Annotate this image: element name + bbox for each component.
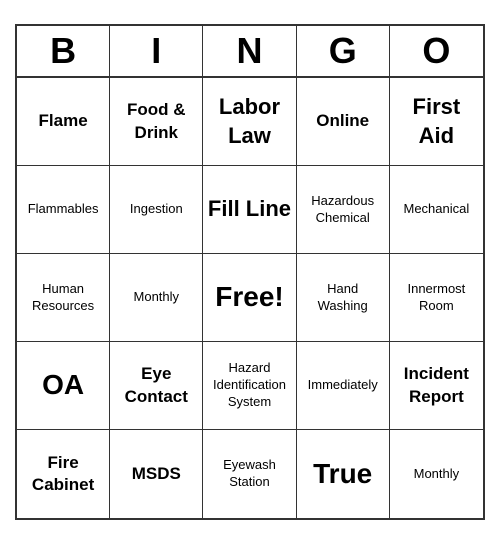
cell-text: Eye Contact — [114, 363, 198, 407]
header-letter: O — [390, 26, 483, 76]
bingo-cell: Mechanical — [390, 166, 483, 254]
bingo-cell: First Aid — [390, 78, 483, 166]
cell-text: Flammables — [28, 201, 99, 218]
bingo-cell: Free! — [203, 254, 296, 342]
bingo-cell: Eyewash Station — [203, 430, 296, 518]
bingo-grid: Flame Food & DrinkLabor Law Online First Ai… — [17, 78, 483, 518]
bingo-cell: Online — [297, 78, 390, 166]
cell-text: True — [313, 456, 372, 492]
cell-text: Human Resources — [21, 281, 105, 315]
bingo-cell: Innermost Room — [390, 254, 483, 342]
bingo-cell: OA — [17, 342, 110, 430]
cell-text: Incident Report — [394, 363, 479, 407]
bingo-cell: Hazard Identification System — [203, 342, 296, 430]
bingo-cell: Fire Cabinet — [17, 430, 110, 518]
cell-text: Fire Cabinet — [21, 452, 105, 496]
cell-text: Food & Drink — [114, 99, 198, 143]
bingo-cell: Monthly — [110, 254, 203, 342]
bingo-card: BINGO Flame Food & DrinkLabor Law Online Fi… — [15, 24, 485, 520]
bingo-cell: Hand Washing — [297, 254, 390, 342]
cell-text: Innermost Room — [394, 281, 479, 315]
bingo-cell: Flammables — [17, 166, 110, 254]
bingo-cell: Food & Drink — [110, 78, 203, 166]
cell-text: Free! — [215, 279, 283, 315]
bingo-cell: Labor Law — [203, 78, 296, 166]
bingo-cell: Incident Report — [390, 342, 483, 430]
cell-text: Mechanical — [404, 201, 470, 218]
bingo-cell: Hazardous Chemical — [297, 166, 390, 254]
bingo-cell: Ingestion — [110, 166, 203, 254]
cell-text: Labor Law — [207, 93, 291, 150]
cell-text: Monthly — [134, 289, 180, 306]
header-letter: I — [110, 26, 203, 76]
bingo-cell: True — [297, 430, 390, 518]
header-letter: N — [203, 26, 296, 76]
bingo-cell: MSDS — [110, 430, 203, 518]
cell-text: Immediately — [308, 377, 378, 394]
bingo-cell: Immediately — [297, 342, 390, 430]
cell-text: Hand Washing — [301, 281, 385, 315]
cell-text: Hazardous Chemical — [301, 193, 385, 227]
bingo-cell: Human Resources — [17, 254, 110, 342]
cell-text: OA — [42, 367, 84, 403]
bingo-header: BINGO — [17, 26, 483, 78]
cell-text: Ingestion — [130, 201, 183, 218]
bingo-cell: Flame — [17, 78, 110, 166]
cell-text: Eyewash Station — [207, 457, 291, 491]
cell-text: Online — [316, 110, 369, 132]
cell-text: Monthly — [414, 466, 460, 483]
cell-text: First Aid — [394, 93, 479, 150]
bingo-cell: Monthly — [390, 430, 483, 518]
cell-text: Fill Line — [208, 195, 291, 224]
header-letter: B — [17, 26, 110, 76]
cell-text: Hazard Identification System — [207, 360, 291, 411]
bingo-cell: Eye Contact — [110, 342, 203, 430]
bingo-cell: Fill Line — [203, 166, 296, 254]
cell-text: MSDS — [132, 463, 181, 485]
cell-text: Flame — [39, 110, 88, 132]
header-letter: G — [297, 26, 390, 76]
